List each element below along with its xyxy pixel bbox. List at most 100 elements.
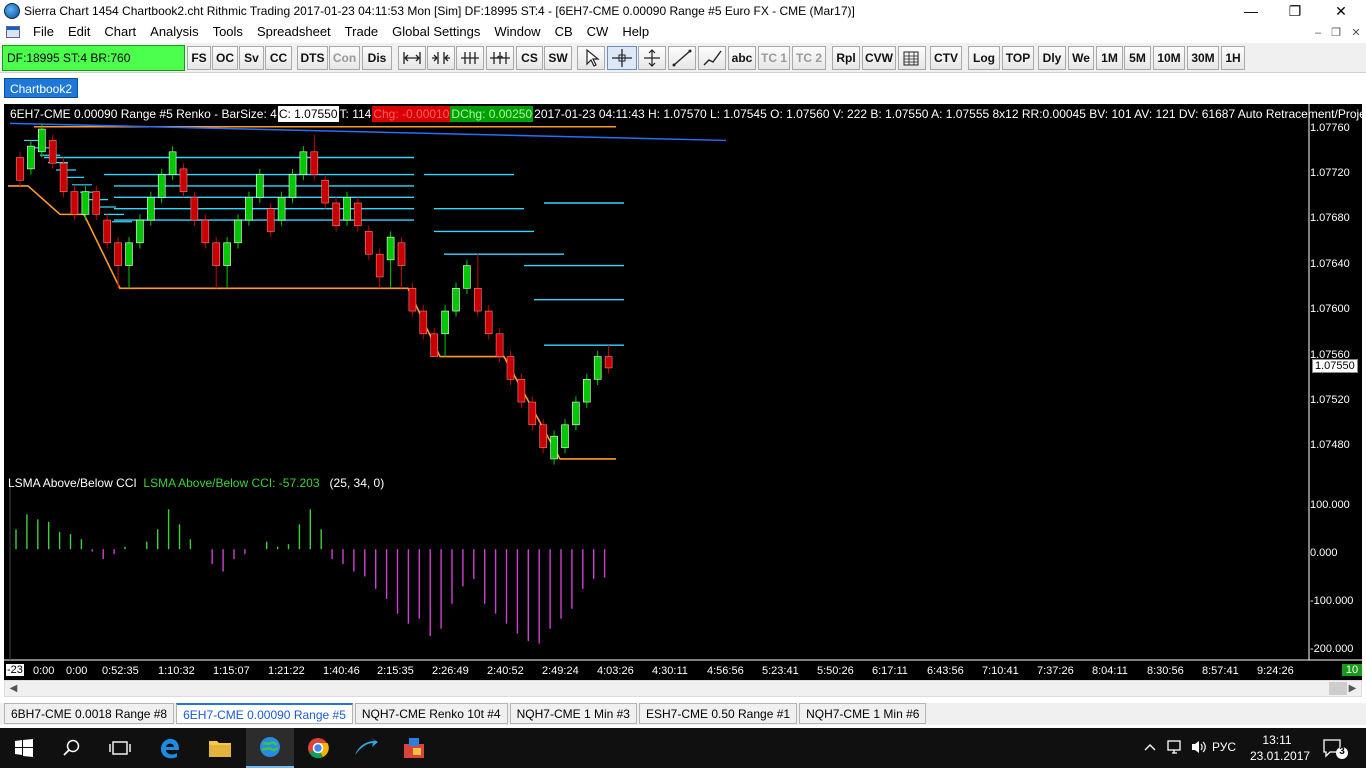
menu-edit[interactable]: Edit [61, 22, 97, 42]
chart-tab[interactable]: NQH7-CME Renko 10t #4 [354, 703, 508, 724]
cs-button[interactable]: CS [516, 46, 543, 70]
fs-button[interactable]: FS [187, 46, 211, 70]
log-button[interactable]: Log [968, 46, 1000, 70]
top-button[interactable]: TOP [1002, 46, 1034, 70]
oc-button[interactable]: OC [212, 46, 238, 70]
network-icon[interactable] [1166, 739, 1184, 758]
chart-tab[interactable]: ESH7-CME 0.50 Range #1 [638, 703, 798, 724]
line-tool-icon[interactable] [668, 46, 696, 70]
pointer-icon[interactable] [577, 46, 605, 70]
candle-body [593, 356, 602, 380]
candle-body [375, 253, 384, 278]
candle-body [125, 242, 133, 266]
price-chart-canvas[interactable] [4, 104, 1362, 680]
menu-cb[interactable]: CB [548, 22, 580, 42]
scroll-right-icon[interactable]: ▶ [1344, 681, 1361, 696]
sierra-chart-taskbar-icon[interactable] [246, 728, 294, 768]
candle-body [528, 401, 537, 426]
30m-button[interactable]: 30M [1187, 46, 1219, 70]
candle-body [561, 424, 569, 448]
menu-global-settings[interactable]: Global Settings [385, 22, 487, 42]
cvw-button[interactable]: CVW [862, 46, 896, 70]
sv-button[interactable]: Sv [239, 46, 264, 70]
candle-body [288, 174, 297, 198]
chart-tab[interactable]: NQH7-CME 1 Min #6 [799, 703, 927, 724]
chart-region[interactable]: 6EH7-CME 0.00090 Range #5 Renko - BarSiz… [4, 104, 1362, 680]
chartbook-tab[interactable]: Chartbook2 [4, 78, 78, 98]
file-explorer-icon[interactable] [196, 728, 244, 768]
measure-icon[interactable] [638, 46, 666, 70]
menu-cw[interactable]: CW [580, 22, 616, 42]
10m-button[interactable]: 10M [1153, 46, 1185, 70]
trade-window-icon[interactable] [898, 46, 926, 70]
chart-window-icon[interactable] [6, 26, 20, 38]
chart-tab[interactable]: 6BH7-CME 0.0018 Range #8 [4, 703, 175, 724]
menu-help[interactable]: Help [615, 22, 656, 42]
replay-button[interactable]: Rpl [832, 46, 860, 70]
mdi-minimize-button[interactable]: – [1310, 26, 1326, 40]
tc1-button[interactable]: TC 1 [758, 46, 790, 70]
current-price-label: 1.07550 [1312, 359, 1358, 373]
menu-file[interactable]: File [26, 22, 61, 42]
1h-button[interactable]: 1H [1221, 46, 1245, 70]
expand-bars-icon[interactable] [486, 46, 514, 70]
con-button[interactable]: Con [329, 46, 360, 70]
clock[interactable]: 13:11 23.01.2017 [1250, 732, 1310, 764]
ray-tool-icon[interactable] [698, 46, 726, 70]
dis-button[interactable]: Dis [362, 46, 392, 70]
dts-button[interactable]: DTS [297, 46, 328, 70]
time-label: 4:30:11 [652, 665, 688, 677]
app-arrow-icon[interactable] [342, 728, 390, 768]
text-tool-button[interactable]: abc [728, 46, 756, 70]
close-button[interactable]: ✕ [1318, 0, 1364, 22]
start-windows-icon[interactable] [0, 728, 48, 768]
restore-button[interactable]: ❐ [1272, 0, 1318, 22]
study-name: LSMA Above/Below CCI [8, 476, 137, 490]
ctv-button[interactable]: CTV [930, 46, 962, 70]
time-axis-count: 10 [1342, 664, 1362, 676]
mdi-close-button[interactable]: ✕ [1348, 26, 1364, 40]
tc2-button[interactable]: TC 2 [792, 46, 826, 70]
candle-body [299, 151, 308, 175]
mdi-restore-button[interactable]: ❐ [1328, 26, 1344, 40]
menu-analysis[interactable]: Analysis [143, 22, 205, 42]
menu-window[interactable]: Window [487, 22, 547, 42]
menu-trade[interactable]: Trade [338, 22, 385, 42]
1m-button[interactable]: 1M [1096, 46, 1123, 70]
menu-tools[interactable]: Tools [206, 22, 250, 42]
candle-body [495, 333, 504, 357]
candle-body [277, 197, 286, 221]
notifications-icon[interactable]: 3 [1322, 738, 1348, 763]
chart-tab-active[interactable]: 6EH7-CME 0.00090 Range #5 [176, 703, 353, 724]
app-package-icon[interactable] [390, 728, 438, 768]
candle-body [114, 242, 122, 266]
scroll-left-icon[interactable]: ◀ [5, 681, 22, 696]
input-language[interactable]: РУС [1212, 740, 1236, 754]
cc-button[interactable]: CC [265, 46, 292, 70]
sw-button[interactable]: SW [544, 46, 572, 70]
zoom-width-icon[interactable] [398, 46, 426, 70]
candle-body [136, 219, 144, 244]
candle-body [419, 310, 428, 335]
shrink-bars-icon[interactable] [456, 46, 484, 70]
crosshair-icon[interactable] [607, 46, 637, 70]
menu-spreadsheet[interactable]: Spreadsheet [250, 22, 338, 42]
chrome-icon[interactable] [294, 728, 342, 768]
time-label: 6:43:56 [927, 665, 964, 677]
minimize-button[interactable]: — [1228, 0, 1274, 22]
5m-button[interactable]: 5M [1124, 46, 1151, 70]
zoom-in-icon[interactable] [427, 46, 455, 70]
price-label: 1.07520 [1310, 394, 1350, 406]
chart-tab[interactable]: NQH7-CME 1 Min #3 [509, 703, 637, 724]
edge-browser-icon[interactable] [146, 728, 194, 768]
candle-body [463, 265, 471, 289]
task-view-icon[interactable] [96, 728, 144, 768]
weekly-button[interactable]: We [1068, 46, 1094, 70]
search-icon[interactable] [48, 728, 96, 768]
menu-chart[interactable]: Chart [97, 22, 143, 42]
volume-icon[interactable] [1190, 739, 1208, 758]
chart-scrollbar[interactable]: ◀ ▶ [4, 680, 1362, 697]
candle-body [539, 424, 548, 448]
daily-button[interactable]: Dly [1038, 46, 1066, 70]
show-hidden-icons-icon[interactable] [1143, 740, 1157, 757]
